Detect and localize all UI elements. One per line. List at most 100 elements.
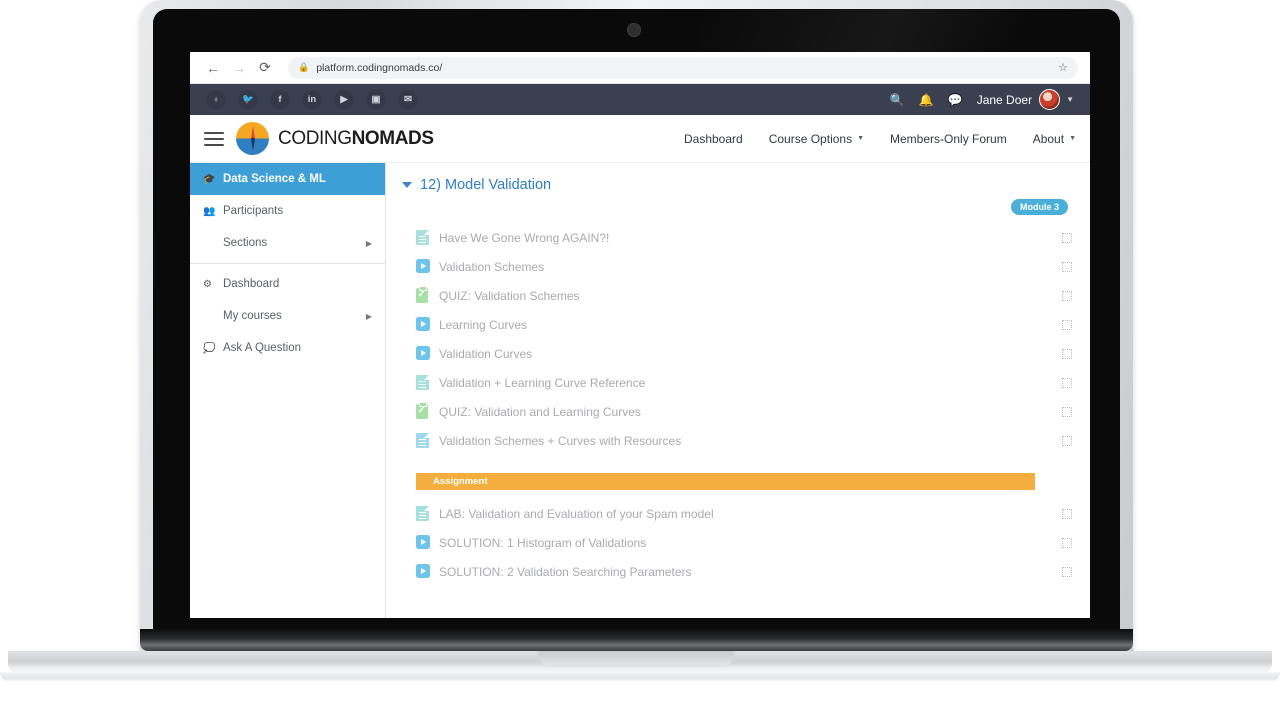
activity-label[interactable]: QUIZ: Validation and Learning Curves xyxy=(439,405,641,419)
page-icon xyxy=(416,375,430,390)
nav-item-about[interactable]: About ▼ xyxy=(1033,132,1076,146)
nav-item-dashboard[interactable]: Dashboard xyxy=(684,132,743,146)
completion-checkbox[interactable] xyxy=(1062,261,1072,272)
account-area: 🔍 🔔 💬 Jane Doer ▼ xyxy=(890,89,1074,110)
video-icon xyxy=(416,259,430,274)
activity-label[interactable]: Learning Curves xyxy=(439,318,527,332)
nav-label: Members-Only Forum xyxy=(890,131,1007,146)
users-icon: 👥 xyxy=(203,205,216,217)
chevron-down-icon: ▼ xyxy=(857,135,865,142)
completion-checkbox[interactable] xyxy=(1062,508,1072,519)
course-content: 12) Model Validation Module 3 Have We Go… xyxy=(386,163,1090,618)
sidebar-item-label: Data Science & ML xyxy=(223,173,326,185)
sidebar-item-label: Dashboard xyxy=(223,278,280,290)
main-nav: Dashboard Course Options ▼ Members-Only … xyxy=(658,132,1076,146)
laptop-base-notch xyxy=(538,651,734,667)
back-arrow-icon[interactable]: ← xyxy=(202,57,224,79)
nav-item-course-options[interactable]: Course Options ▼ xyxy=(769,132,864,146)
chevron-right-icon[interactable]: ▶ xyxy=(366,312,372,321)
youtube-icon[interactable]: ▶ xyxy=(334,89,354,110)
compass-logo-icon[interactable] xyxy=(236,122,269,155)
reload-icon[interactable]: ⟳ xyxy=(254,57,276,79)
list-item[interactable]: SOLUTION: 1 Histogram of Validations xyxy=(402,528,1072,557)
chevron-right-icon[interactable]: ▶ xyxy=(366,239,372,248)
nav-item-members-only-forum[interactable]: Members-Only Forum xyxy=(890,132,1007,146)
hamburger-menu-icon[interactable] xyxy=(204,128,224,150)
list-item[interactable]: LAB: Validation and Evaluation of your S… xyxy=(402,499,1072,528)
webcam-icon xyxy=(627,23,641,37)
chevron-down-icon[interactable]: ▼ xyxy=(1066,95,1074,104)
completion-checkbox[interactable] xyxy=(1062,348,1072,359)
site-logo-text[interactable]: CODINGNOMADS xyxy=(278,128,434,150)
lock-icon: 🔒 xyxy=(298,62,310,72)
list-item[interactable]: Validation Curves xyxy=(402,339,1072,368)
site-header: CODINGNOMADS Dashboard Course Options ▼ … xyxy=(190,115,1090,163)
completion-checkbox[interactable] xyxy=(1062,406,1072,417)
address-bar[interactable]: 🔒 platform.codingnomads.co/ ☆ xyxy=(288,56,1078,79)
list-item[interactable]: QUIZ: Validation Schemes xyxy=(402,281,1072,310)
page-title[interactable]: 12) Model Validation xyxy=(420,177,551,193)
search-icon[interactable]: 🔍 xyxy=(890,93,905,107)
linkedin-icon[interactable]: in xyxy=(302,89,322,110)
collapse-triangle-icon[interactable] xyxy=(402,182,412,188)
globe-icon[interactable]: ♁ xyxy=(206,89,226,110)
graduation-cap-icon: 🎓 xyxy=(203,173,216,185)
list-item[interactable]: Validation Schemes xyxy=(402,252,1072,281)
browser-window: ← → ⟳ 🔒 platform.codingnomads.co/ ☆ ♁ 🐦 … xyxy=(190,52,1090,618)
activity-label[interactable]: LAB: Validation and Evaluation of your S… xyxy=(439,507,714,521)
email-icon[interactable]: ✉ xyxy=(398,89,418,110)
gauge-icon: ⚙ xyxy=(203,278,212,290)
instagram-icon[interactable]: ▣ xyxy=(366,89,386,110)
forward-arrow-icon[interactable]: → xyxy=(228,57,250,79)
quiz-icon xyxy=(416,402,430,419)
twitter-icon[interactable]: 🐦 xyxy=(238,89,258,110)
activity-label[interactable]: Validation Schemes xyxy=(439,260,544,274)
completion-checkbox[interactable] xyxy=(1062,377,1072,388)
list-item[interactable]: SOLUTION: 2 Validation Searching Paramet… xyxy=(402,557,1072,586)
notifications-bell-icon[interactable]: 🔔 xyxy=(919,93,934,107)
list-item[interactable]: Learning Curves xyxy=(402,310,1072,339)
completion-checkbox[interactable] xyxy=(1062,319,1072,330)
bookmark-star-icon[interactable]: ☆ xyxy=(1058,61,1068,74)
video-icon xyxy=(416,564,430,579)
browser-toolbar: ← → ⟳ 🔒 platform.codingnomads.co/ ☆ xyxy=(190,52,1090,84)
nav-label: Dashboard xyxy=(683,131,743,146)
sidebar-item-my-courses[interactable]: My courses ▶ xyxy=(190,300,385,332)
video-icon xyxy=(416,317,430,332)
list-item[interactable]: Validation + Learning Curve Reference xyxy=(402,368,1072,397)
completion-checkbox[interactable] xyxy=(1062,290,1072,301)
avatar[interactable] xyxy=(1039,89,1061,110)
activity-label[interactable]: QUIZ: Validation Schemes xyxy=(439,289,580,303)
comments-icon: 💭 xyxy=(203,342,216,354)
activity-list: Have We Gone Wrong AGAIN?! Validation Sc… xyxy=(402,223,1072,455)
sidebar-item-data-science-ml[interactable]: 🎓 Data Science & ML xyxy=(190,163,385,195)
sidebar-item-label: Participants xyxy=(223,205,284,217)
sidebar-item-label: My courses xyxy=(223,310,282,322)
social-account-bar: ♁ 🐦 f in ▶ ▣ ✉ 🔍 🔔 💬 Jane Doer ▼ xyxy=(190,84,1090,115)
facebook-icon[interactable]: f xyxy=(270,89,290,110)
activity-label[interactable]: SOLUTION: 1 Histogram of Validations xyxy=(439,536,646,550)
section-header: 12) Model Validation xyxy=(402,177,1072,193)
list-item[interactable]: Validation Schemes + Curves with Resourc… xyxy=(402,426,1072,455)
laptop-base-lip xyxy=(0,672,1280,682)
activity-label[interactable]: Validation Curves xyxy=(439,347,532,361)
user-name[interactable]: Jane Doer xyxy=(977,93,1032,107)
activity-label[interactable]: Validation + Learning Curve Reference xyxy=(439,376,645,390)
completion-checkbox[interactable] xyxy=(1062,566,1072,577)
sidebar-item-ask-a-question[interactable]: 💭 Ask A Question xyxy=(190,332,385,364)
sidebar-item-sections[interactable]: Sections ▶ xyxy=(190,227,385,259)
list-item[interactable]: Have We Gone Wrong AGAIN?! xyxy=(402,223,1072,252)
completion-checkbox[interactable] xyxy=(1062,232,1072,243)
nav-label: Course Options xyxy=(768,131,853,146)
activity-label[interactable]: Validation Schemes + Curves with Resourc… xyxy=(439,434,681,448)
list-item[interactable]: QUIZ: Validation and Learning Curves xyxy=(402,397,1072,426)
activity-label[interactable]: SOLUTION: 2 Validation Searching Paramet… xyxy=(439,565,692,579)
sidebar-item-label: Sections xyxy=(223,237,268,249)
completion-checkbox[interactable] xyxy=(1062,435,1072,446)
messages-chat-icon[interactable]: 💬 xyxy=(948,93,963,107)
quiz-icon xyxy=(416,286,430,303)
completion-checkbox[interactable] xyxy=(1062,537,1072,548)
sidebar-item-dashboard[interactable]: ⚙ Dashboard xyxy=(190,268,385,300)
sidebar-item-participants[interactable]: 👥 Participants xyxy=(190,195,385,227)
activity-label[interactable]: Have We Gone Wrong AGAIN?! xyxy=(439,231,609,245)
